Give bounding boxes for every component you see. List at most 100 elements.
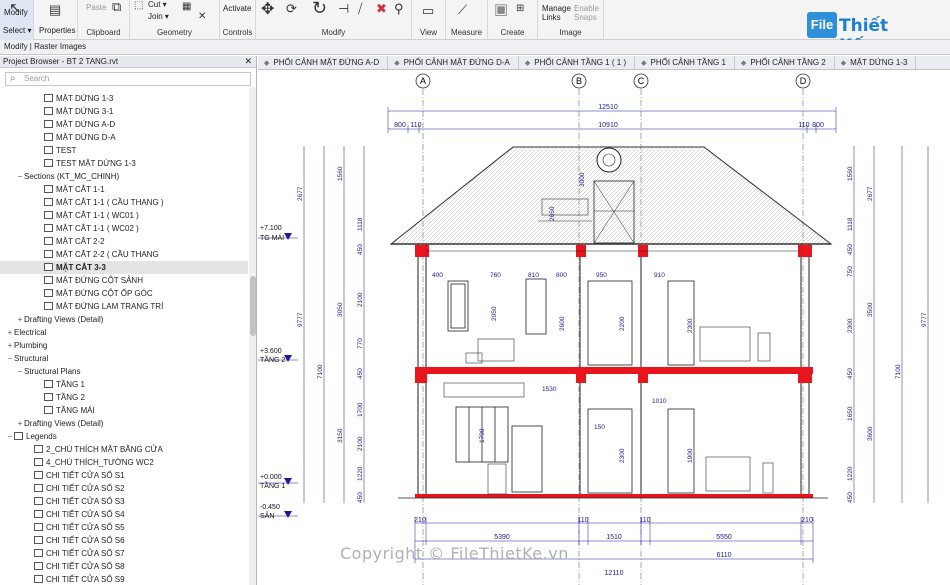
search-placeholder: Search xyxy=(24,74,50,83)
browser-view-item[interactable]: MẶT ĐỨNG CỘT ỐP GÓC xyxy=(0,287,248,300)
select-dropdown[interactable]: Select ▾ xyxy=(3,26,31,35)
wall-joins-icon[interactable]: ✕ xyxy=(198,10,206,24)
browser-view-item[interactable]: MẶT DỨNG A-D xyxy=(0,118,248,131)
activate-button[interactable]: Activate xyxy=(223,4,251,13)
browser-view-item[interactable]: MẶT CẮT 1-1 xyxy=(0,183,248,196)
browser-view-item[interactable]: MẶT CẮT 2-2 ( CẦU THANG xyxy=(0,248,248,261)
view-tab[interactable]: ◆ PHỐI CẢNH TẦNG 2 xyxy=(735,56,835,69)
browser-view-item[interactable]: MẶT CẮT 1-1 ( WC01 ) xyxy=(0,209,248,222)
browser-view-item[interactable]: CHI TIẾT CỬA SỔ S6 xyxy=(0,534,248,547)
create-group: ▣ ⊞ Create xyxy=(488,0,538,40)
browser-view-item[interactable]: MẶT CẮT 2-2 xyxy=(0,235,248,248)
bdim-seg5: 110 xyxy=(639,517,650,524)
pin-icon[interactable]: ⚲ xyxy=(394,2,404,16)
browser-view-item[interactable]: MẶT CẮT 1-1 ( CẦU THANG ) xyxy=(0,196,248,209)
browser-view-item[interactable]: CHI TIẾT CỬA SỔ S7 xyxy=(0,547,248,560)
browser-view-item[interactable]: 4_CHÚ THÍCH_TƯỜNG WC2 xyxy=(0,456,248,469)
clipboard-label: Clipboard xyxy=(86,28,121,37)
create-part-icon[interactable]: ▣ xyxy=(494,2,508,17)
grid-label-c: C xyxy=(638,76,645,86)
browser-view-item[interactable]: MẶT DỨNG 1-3 xyxy=(0,92,248,105)
browser-view-item[interactable]: CHI TIẾT CỬA SỔ S2 xyxy=(0,482,248,495)
measure-icon[interactable]: ⟋ xyxy=(458,3,467,17)
close-icon[interactable]: ✕ xyxy=(244,56,252,67)
enable-snaps-button[interactable]: Enable Snaps xyxy=(574,4,604,22)
browser-group-item[interactable]: − Structural xyxy=(0,352,248,365)
browser-view-item[interactable]: MẶT CẮT 1-1 ( WC02 ) xyxy=(0,222,248,235)
delete-icon[interactable]: ✖ xyxy=(376,2,387,16)
browser-view-item[interactable]: CHI TIẾT CỬA SỔ S5 xyxy=(0,521,248,534)
cope-icon[interactable]: ⬚ xyxy=(134,0,143,13)
manage-links-button[interactable]: Manage Links xyxy=(542,4,572,22)
modify-button[interactable]: Modify xyxy=(4,8,28,17)
join-dropdown[interactable]: Join ▾ xyxy=(148,12,169,21)
trim-icon[interactable]: ⊣ xyxy=(338,2,349,16)
paint-icon[interactable]: ▦ xyxy=(182,0,191,14)
browser-view-item[interactable]: MẶT DỨNG 3-1 xyxy=(0,105,248,118)
cut-dropdown[interactable]: Cut ▾ xyxy=(148,0,167,9)
expand-icon[interactable]: + xyxy=(16,417,24,430)
browser-view-item[interactable]: CHI TIẾT CỬA SỔ S1 xyxy=(0,469,248,482)
browser-item-label: 4_CHÚ THÍCH_TƯỜNG WC2 xyxy=(46,458,154,467)
create-group-icon[interactable]: ⊞ xyxy=(516,2,524,16)
paste-button[interactable]: Paste xyxy=(86,3,106,12)
browser-view-item[interactable]: CHI TIẾT CỬA SỔ S9 xyxy=(0,573,248,585)
browser-view-item[interactable]: CHI TIẾT CỬA SỔ S8 xyxy=(0,560,248,573)
collapse-icon[interactable]: − xyxy=(6,352,14,365)
browser-item-label: MẶT DỨNG D-A xyxy=(56,133,116,142)
browser-view-item[interactable]: 2_CHÚ THÍCH MẶT BẰNG CỬA xyxy=(0,443,248,456)
drawing-canvas[interactable]: A B C D 12510 10910 800 110 110 800 +7.1… xyxy=(258,71,950,585)
copy-icon[interactable]: ⧉ xyxy=(112,0,121,14)
room-dim-10: 1530 xyxy=(542,386,557,393)
browser-view-item[interactable]: CHI TIẾT CỬA SỔ S3 xyxy=(0,495,248,508)
options-bar: Modify | Raster Images xyxy=(0,40,950,55)
browser-view-item[interactable]: CHI TIẾT CỬA SỔ S4 xyxy=(0,508,248,521)
browser-item-label: MẶT ĐỨNG CỘT SẢNH xyxy=(56,276,143,285)
view-icon xyxy=(14,432,23,440)
move-icon[interactable]: ✥ xyxy=(261,2,274,18)
browser-scrollbar[interactable] xyxy=(249,88,256,585)
browser-group-item[interactable]: − Sections (KT_MC_CHINH) xyxy=(0,170,248,183)
split-icon[interactable]: ⧸ xyxy=(358,2,362,16)
browser-group-item[interactable]: + Drafting Views (Detail) xyxy=(0,313,248,326)
expand-icon[interactable]: + xyxy=(6,326,14,339)
browser-view-item[interactable]: TẦNG 1 xyxy=(0,378,248,391)
browser-item-label: MẶT DỨNG A-D xyxy=(56,120,116,129)
expand-icon[interactable]: + xyxy=(16,313,24,326)
browser-group-item[interactable]: − Structural Plans xyxy=(0,365,248,378)
browser-view-item[interactable]: MẶT ĐỨNG CỘT SẢNH xyxy=(0,274,248,287)
browser-group-item[interactable]: + Plumbing xyxy=(0,339,248,352)
browser-view-item[interactable]: MẶT CẮT 3-3 xyxy=(0,261,248,274)
top-dimension-text: 12510 10910 800 110 110 800 xyxy=(394,104,824,129)
search-input[interactable]: ⌕ Search xyxy=(5,72,251,86)
properties-group: ▤ Properties xyxy=(34,0,78,40)
browser-view-item[interactable]: MẶT ĐỨNG LAM TRANG TRÍ xyxy=(0,300,248,313)
vdim-r11: 3600 xyxy=(867,426,874,441)
browser-view-item[interactable]: TẦNG 2 xyxy=(0,391,248,404)
collapse-icon[interactable]: − xyxy=(16,170,24,183)
view-tab[interactable]: ◆ PHỐI CẢNH TẦNG 1 ( 1 ) xyxy=(519,56,636,69)
browser-group-item[interactable]: − Legends xyxy=(0,430,248,443)
collapse-icon[interactable]: − xyxy=(6,430,14,443)
rotate-icon[interactable]: ↻ xyxy=(312,0,327,17)
properties-button[interactable]: Properties xyxy=(39,26,75,35)
scrollbar-thumb[interactable] xyxy=(250,276,256,336)
browser-view-item[interactable]: TEST MẶT DỨNG 1-3 xyxy=(0,157,248,170)
browser-view-item[interactable]: MẶT DỨNG D-A xyxy=(0,131,248,144)
browser-view-item[interactable]: TEST xyxy=(0,144,248,157)
browser-group-item[interactable]: + Electrical xyxy=(0,326,248,339)
collapse-icon[interactable]: − xyxy=(16,365,24,378)
view-tab[interactable]: ◆ PHỐI CẢNH MẶT ĐỨNG D-A xyxy=(388,56,519,69)
room-dim-13: 1700 xyxy=(479,428,486,443)
browser-view-item[interactable]: TẦNG MÁI xyxy=(0,404,248,417)
view-icon[interactable]: ▭ xyxy=(422,4,434,18)
browser-item-label: MẶT CẮT 1-1 ( CẦU THANG ) xyxy=(56,198,164,207)
expand-icon[interactable]: + xyxy=(6,339,14,352)
tab-label: MẶT DỨNG 1-3 xyxy=(850,58,908,67)
view-tab[interactable]: ◆ MẶT DỨNG 1-3 xyxy=(835,56,917,69)
browser-item-label: TẦNG 2 xyxy=(56,393,85,402)
offset-icon[interactable]: ⟳ xyxy=(286,2,297,16)
view-tab[interactable]: ◆ PHỐI CẢNH MẶT ĐỨNG A-D xyxy=(258,56,389,69)
view-tab[interactable]: ◆ PHỐI CẢNH TẦNG 1 xyxy=(635,56,735,69)
browser-group-item[interactable]: + Drafting Views (Detail) xyxy=(0,417,248,430)
